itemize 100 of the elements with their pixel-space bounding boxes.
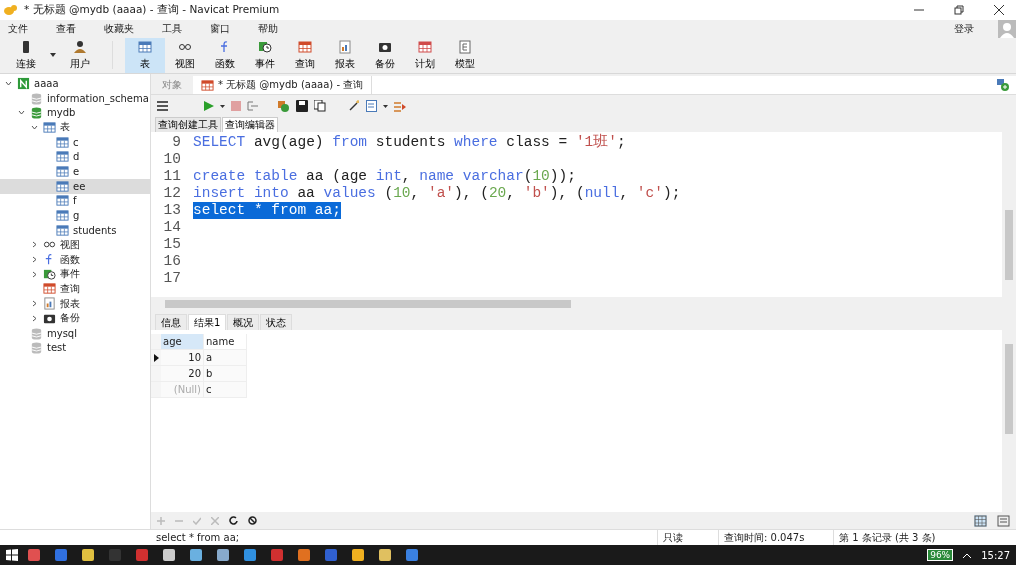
- close-icon: [994, 5, 1004, 15]
- toolbar-button[interactable]: 用户: [60, 37, 100, 73]
- result-tab[interactable]: 信息: [155, 314, 187, 330]
- save-icon[interactable]: [296, 100, 308, 112]
- taskbar-app-icon[interactable]: [379, 549, 391, 561]
- toolbar-button[interactable]: 函数: [205, 37, 245, 73]
- tree-item[interactable]: students: [0, 222, 150, 238]
- tree-item[interactable]: g: [0, 208, 150, 223]
- toolbar-button[interactable]: 模型: [445, 37, 485, 73]
- tree-item[interactable]: e: [0, 164, 150, 179]
- tree-item[interactable]: mydb: [0, 105, 150, 121]
- database-icon: [30, 326, 43, 340]
- table-icon: [56, 135, 69, 149]
- taskbar-app-icon[interactable]: [163, 549, 175, 561]
- run-icon[interactable]: [204, 101, 214, 111]
- tree-item[interactable]: c: [0, 134, 150, 150]
- taskbar-app-icon[interactable]: [352, 549, 364, 561]
- tree-item[interactable]: d: [0, 149, 150, 165]
- database-icon: [30, 341, 43, 355]
- menu-icon[interactable]: [157, 101, 168, 111]
- taskbar-app-icon[interactable]: [190, 549, 202, 561]
- export-icon[interactable]: [394, 100, 407, 112]
- line-number: 11: [162, 168, 182, 185]
- taskbar-app-icon[interactable]: [55, 549, 67, 561]
- tree-item[interactable]: f: [0, 193, 150, 209]
- table-icon: [56, 194, 69, 208]
- menu-item[interactable]: 文件: [4, 21, 40, 36]
- taskbar-clock[interactable]: 15:27: [981, 549, 1010, 561]
- menu-item[interactable]: 窗口: [206, 21, 242, 36]
- caret-icon[interactable]: [220, 104, 225, 108]
- taskbar-app-icon[interactable]: [136, 549, 148, 561]
- table-cell: b: [204, 366, 247, 382]
- result-tab[interactable]: 状态: [260, 314, 293, 330]
- taskbar-app-icon[interactable]: [406, 549, 418, 561]
- toolbar-button[interactable]: 备份: [365, 37, 405, 73]
- column-header[interactable]: age: [161, 334, 204, 350]
- grid-view-icon[interactable]: [974, 514, 987, 527]
- editor-tab[interactable]: 查询编辑器: [222, 117, 278, 132]
- new-query-icon[interactable]: [996, 78, 1010, 92]
- copy-icon[interactable]: [314, 100, 326, 112]
- toolbar-button[interactable]: 计划: [405, 37, 445, 73]
- add-icon[interactable]: [277, 99, 290, 113]
- line-number: 15: [162, 236, 182, 253]
- caret-icon[interactable]: [383, 104, 388, 108]
- editor-tab[interactable]: 查询创建工具: [155, 117, 221, 132]
- tree-item[interactable]: 函数: [0, 252, 150, 267]
- tree-item[interactable]: 表: [0, 120, 150, 135]
- toolbar-button[interactable]: 查询: [285, 37, 325, 73]
- magic-wand-icon[interactable]: [348, 100, 360, 112]
- chevron-down-icon[interactable]: [5, 79, 12, 87]
- column-header[interactable]: name: [204, 334, 247, 350]
- window-title: * 无标题 @mydb (aaaa) - 查询 - Navicat Premium: [24, 3, 281, 17]
- table-cell: 10: [161, 350, 204, 366]
- line-number: 12: [162, 185, 182, 202]
- taskbar-app-icon[interactable]: [325, 549, 337, 561]
- taskbar-app-icon[interactable]: [217, 549, 229, 561]
- caret-icon[interactable]: [50, 53, 56, 57]
- menu-item[interactable]: 帮助: [254, 21, 290, 36]
- toolbar-button[interactable]: 报表: [325, 37, 365, 73]
- document-icon[interactable]: [366, 100, 377, 112]
- result-tab[interactable]: 概况: [227, 314, 260, 330]
- toolbar-button[interactable]: 事件: [245, 37, 285, 73]
- form-view-icon[interactable]: [997, 514, 1010, 527]
- refresh-icon[interactable]: [229, 516, 238, 525]
- menu-item[interactable]: 收藏夹: [100, 21, 146, 36]
- tree-item[interactable]: 查询: [0, 281, 150, 297]
- menu-item[interactable]: 查看: [52, 21, 88, 36]
- battery-indicator[interactable]: 96%: [927, 549, 954, 561]
- tree-item[interactable]: information_schema: [0, 90, 150, 106]
- report-icon: [338, 39, 352, 54]
- vertical-scrollbar[interactable]: [1002, 330, 1016, 512]
- check-icon[interactable]: [193, 516, 201, 525]
- result-tab[interactable]: 结果1: [188, 314, 227, 330]
- tree-item[interactable]: aaaa: [0, 76, 150, 91]
- toolbar-button[interactable]: 连接: [6, 37, 46, 73]
- tree-item[interactable]: 视图: [0, 237, 150, 253]
- tree-item[interactable]: 报表: [0, 296, 150, 311]
- menu-item[interactable]: 工具: [158, 21, 194, 36]
- toolbar-button[interactable]: 视图: [165, 37, 205, 73]
- taskbar-app-icon[interactable]: [244, 549, 256, 561]
- query-icon: [298, 39, 312, 54]
- line-number: 14: [162, 219, 182, 236]
- taskbar-app-icon[interactable]: [82, 549, 94, 561]
- tree-item[interactable]: mysql: [0, 325, 150, 341]
- taskbar-app-icon[interactable]: [298, 549, 310, 561]
- taskbar-app-icon[interactable]: [271, 549, 283, 561]
- windows-start-icon[interactable]: [6, 549, 18, 561]
- table-icon: [56, 209, 69, 223]
- app-logo-icon: [4, 4, 18, 16]
- tree-item[interactable]: test: [0, 340, 150, 356]
- chevron-up-icon[interactable]: [963, 552, 972, 558]
- table-cell: (Null): [161, 382, 204, 398]
- stop-icon[interactable]: [248, 516, 257, 525]
- tree-item[interactable]: 备份: [0, 311, 150, 326]
- taskbar-app-icon[interactable]: [28, 549, 40, 561]
- restore-icon: [954, 5, 964, 15]
- login-link[interactable]: 登录: [950, 21, 986, 36]
- tree-item[interactable]: 事件: [0, 266, 150, 282]
- toolbar-button[interactable]: 表: [125, 37, 165, 73]
- tree-item[interactable]: ee: [0, 178, 150, 194]
